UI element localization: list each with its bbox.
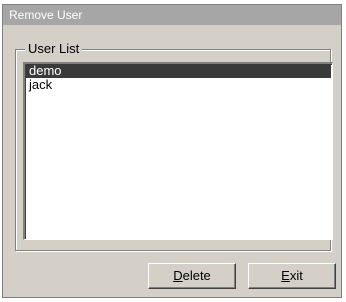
- user-list-label: User List: [25, 42, 83, 56]
- window-title: Remove User: [9, 8, 83, 22]
- user-listbox[interactable]: demo jack: [23, 62, 333, 240]
- delete-button[interactable]: Delete: [148, 263, 236, 289]
- list-item-jack[interactable]: jack: [26, 78, 331, 92]
- list-item-demo[interactable]: demo: [26, 64, 331, 78]
- exit-button[interactable]: Exit: [248, 263, 336, 289]
- remove-user-dialog: Remove User User List demo jack Delete E…: [2, 4, 342, 298]
- title-bar: Remove User: [3, 5, 341, 25]
